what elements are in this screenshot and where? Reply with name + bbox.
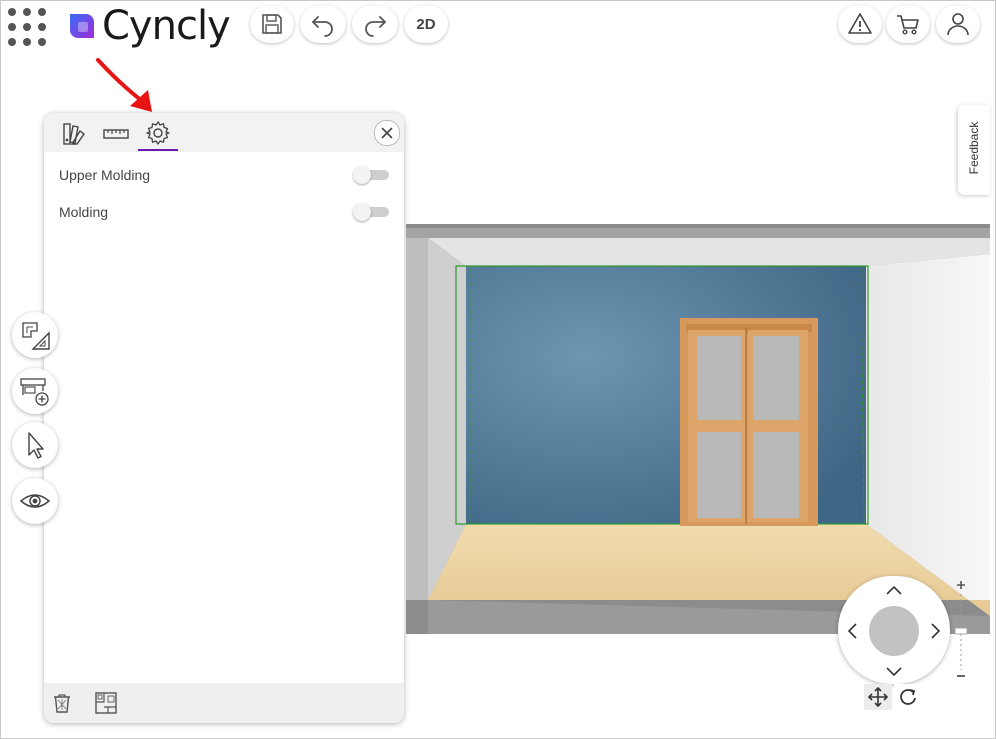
eye-icon	[19, 494, 51, 508]
rotate-mode-button[interactable]	[894, 684, 922, 710]
door-model[interactable]	[680, 318, 818, 526]
delete-button[interactable]	[48, 689, 76, 717]
floorplan-icon	[95, 692, 117, 714]
user-button[interactable]	[936, 5, 980, 43]
view-2d-label: 2D	[416, 15, 436, 33]
properties-panel: Upper Molding Molding	[44, 113, 404, 723]
molding-toggle[interactable]	[353, 203, 389, 221]
undo-icon	[312, 16, 333, 37]
app-logo: Cyncly	[66, 3, 231, 49]
rotate-icon	[900, 689, 916, 705]
nav-center-button[interactable]	[869, 606, 919, 656]
gear-icon	[146, 121, 170, 145]
close-icon	[381, 127, 393, 139]
redo-button[interactable]	[352, 5, 398, 43]
nav-up-icon[interactable]	[885, 582, 903, 600]
room-plan-button[interactable]	[12, 312, 58, 358]
undo-button[interactable]	[300, 5, 346, 43]
warnings-button[interactable]	[838, 5, 882, 43]
save-icon	[262, 14, 282, 34]
cart-button[interactable]	[886, 5, 930, 43]
move-icon	[868, 687, 888, 707]
floorplan-button[interactable]	[92, 689, 120, 717]
select-tool-button[interactable]	[12, 422, 58, 468]
tab-dimensions[interactable]	[96, 117, 136, 151]
user-icon	[947, 13, 969, 36]
feedback-tab[interactable]: Feedback	[958, 105, 990, 195]
ruler-icon	[103, 129, 129, 139]
room-plan-icon	[22, 322, 50, 350]
redo-icon	[365, 16, 386, 37]
pointer-icon	[28, 432, 44, 459]
add-cabinet-button[interactable]	[12, 368, 58, 414]
apps-grid-icon[interactable]	[6, 6, 48, 48]
room-3d-view[interactable]	[406, 224, 990, 634]
trash-icon	[54, 694, 70, 713]
camera-nav-pad[interactable]	[838, 576, 950, 684]
nav-left-icon[interactable]	[844, 622, 862, 640]
setting-row-upper-molding: Upper Molding	[59, 163, 389, 187]
tab-settings[interactable]	[138, 117, 178, 151]
close-panel-button[interactable]	[374, 120, 400, 146]
pan-mode-button[interactable]	[864, 684, 892, 710]
panel-tab-bar	[44, 113, 404, 152]
zoom-slider[interactable]	[952, 578, 970, 680]
visibility-button[interactable]	[12, 478, 58, 524]
setting-label: Upper Molding	[59, 167, 151, 183]
save-button[interactable]	[250, 5, 294, 43]
nav-down-icon[interactable]	[885, 662, 903, 680]
setting-row-molding: Molding	[59, 200, 389, 224]
add-cabinet-icon	[20, 378, 49, 406]
cart-icon	[897, 15, 919, 35]
setting-label: Molding	[59, 204, 109, 220]
feedback-label: Feedback	[967, 121, 981, 175]
warning-icon	[848, 13, 872, 34]
upper-molding-toggle[interactable]	[353, 166, 389, 184]
nav-right-icon[interactable]	[926, 622, 944, 640]
logo-text: Cyncly	[102, 3, 231, 49]
tab-materials[interactable]	[54, 117, 94, 151]
logo-mark-icon	[70, 14, 94, 38]
palette-icon	[63, 123, 85, 145]
panel-footer	[44, 683, 404, 723]
view-2d-button[interactable]: 2D	[404, 5, 448, 43]
annotation-arrow-icon	[96, 58, 152, 112]
